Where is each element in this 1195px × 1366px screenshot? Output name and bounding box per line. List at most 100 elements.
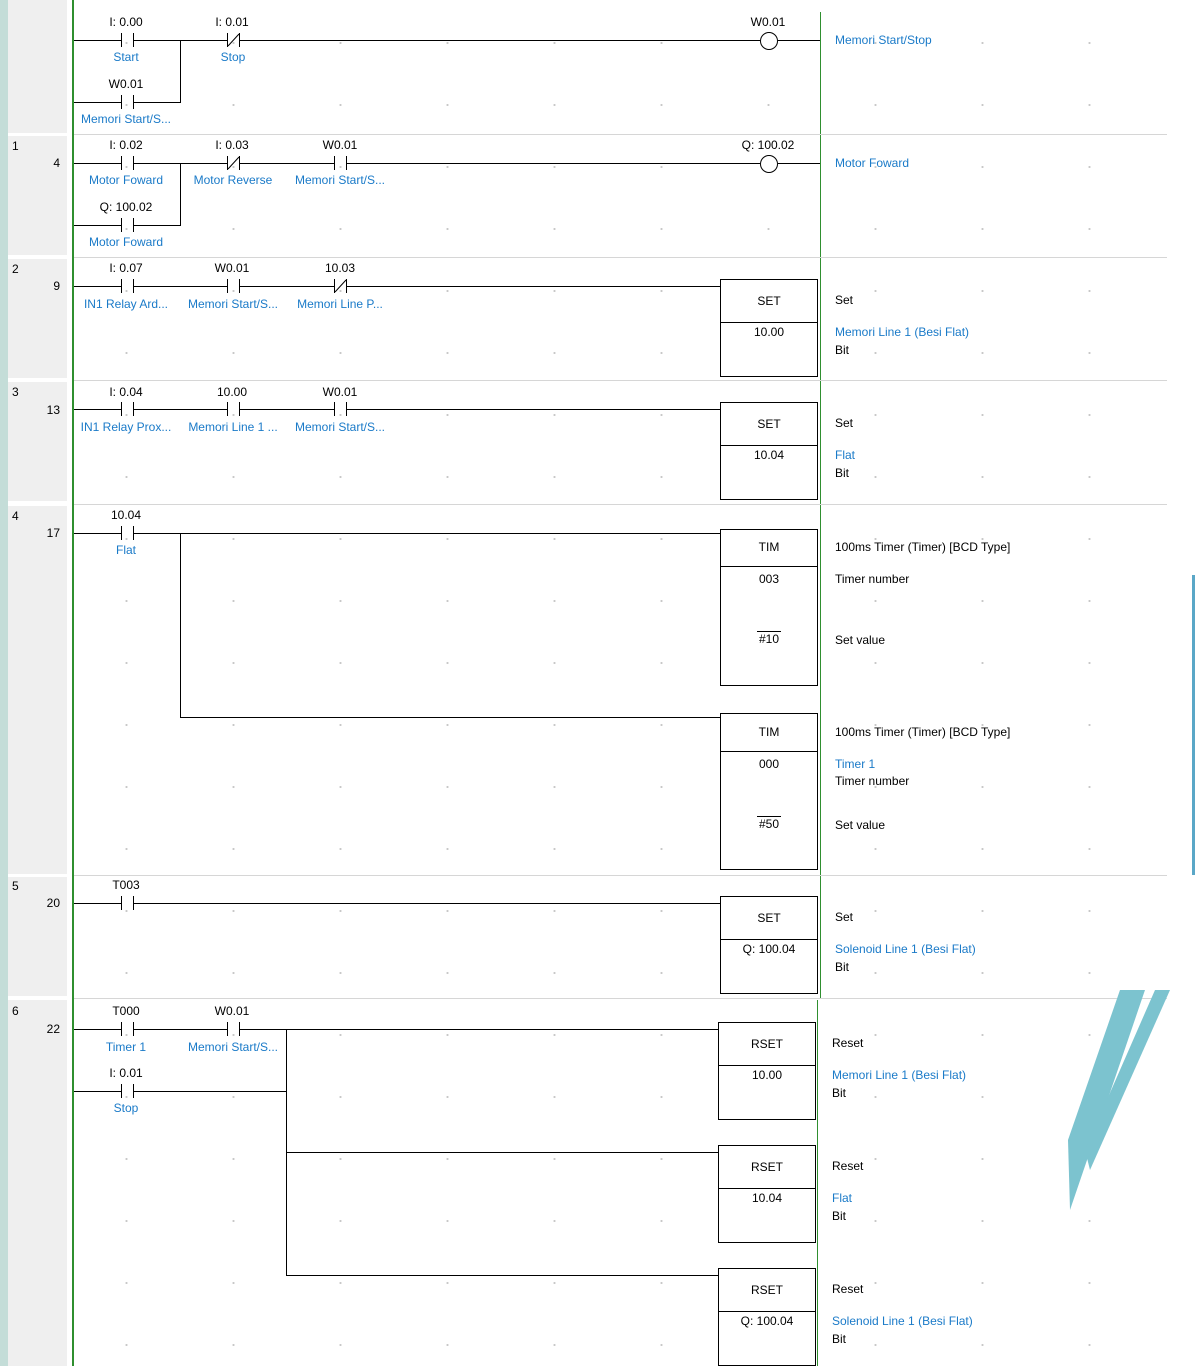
step-number: 13 [46,403,60,417]
no-contact-icon[interactable] [112,896,144,910]
rung-comment: Memori Start/Stop [835,33,932,47]
instruction-title: Set [835,416,854,430]
step-number: 22 [46,1022,60,1036]
instruction-operand: 10.00 [751,1068,783,1082]
set-instruction-block[interactable]: SET Q: 100.04 [720,896,818,994]
nc-contact-icon[interactable] [218,156,250,170]
timer-number: 000 [758,757,780,771]
step-number: 17 [46,526,60,540]
no-contact-icon[interactable] [112,95,144,109]
step-number: 9 [53,279,60,293]
operand-type: Bit [835,960,850,974]
instruction-mnemonic: RSET [750,1283,783,1297]
no-contact-icon[interactable] [325,402,357,416]
contact-address: Q: 100.02 [99,200,153,214]
instruction-mnemonic: SET [757,911,781,925]
contact-address: I: 0.00 [109,15,143,29]
instruction-mnemonic: TIM [758,725,780,739]
contact-comment: Start [113,50,139,64]
instruction-operand: 10.00 [753,325,785,339]
operand-label: Set value [835,633,886,647]
contact-comment: Motor Reverse [193,173,273,187]
reset-instruction-block[interactable]: RSET 10.04 [718,1145,816,1243]
reset-instruction-block[interactable]: RSET 10.00 [718,1022,816,1120]
instruction-title: 100ms Timer (Timer) [BCD Type] [835,540,1011,554]
timer-instruction-block[interactable]: TIM 000 #50 [720,713,818,870]
no-contact-icon[interactable] [112,218,144,232]
output-coil-icon[interactable] [760,155,778,173]
instruction-mnemonic: RSET [750,1160,783,1174]
contact-comment: Memori Line P... [297,297,383,311]
rung-gutter[interactable] [8,1000,67,1366]
timer-instruction-block[interactable]: TIM 003 #10 [720,529,818,686]
set-instruction-block[interactable]: SET 10.04 [720,402,818,500]
operand-type: Bit [832,1332,847,1346]
no-contact-icon[interactable] [112,1084,144,1098]
set-instruction-block[interactable]: SET 10.00 [720,279,818,377]
no-contact-icon[interactable] [112,402,144,416]
no-contact-icon[interactable] [112,1022,144,1036]
no-contact-icon[interactable] [325,156,357,170]
contact-address: I: 0.01 [215,15,249,29]
rung-number: 2 [12,262,19,276]
rung-gutter[interactable] [8,136,67,255]
rung-number: 5 [12,879,19,893]
contact-comment: IN1 Relay Prox... [80,420,172,434]
nc-contact-icon[interactable] [218,33,250,47]
operand-type: Bit [832,1086,847,1100]
contact-address: 10.03 [324,261,356,275]
rung-gutter[interactable] [8,382,67,501]
contact-comment: Motor Foward [88,173,164,187]
contact-comment: Stop [113,1101,139,1115]
no-contact-icon[interactable] [218,402,250,416]
rung-gutter[interactable] [8,0,67,133]
contact-comment: Stop [220,50,246,64]
instruction-title: 100ms Timer (Timer) [BCD Type] [835,725,1011,739]
operand-comment: Flat [835,448,856,462]
operand-comment: Timer 1 [835,757,876,771]
contact-address: W0.01 [214,261,250,275]
contact-address: W0.01 [214,1004,250,1018]
no-contact-icon[interactable] [218,279,250,293]
ladder-diagram-editor[interactable]: I: 0.00 Start I: 0.01 Stop W0.01 Memori … [0,0,1195,1366]
contact-address: I: 0.01 [109,1066,143,1080]
no-contact-icon[interactable] [112,279,144,293]
rung-gutter[interactable] [8,259,67,378]
contact-comment: Memori Start/S... [294,173,386,187]
operand-comment: Memori Line 1 (Besi Flat) [832,1068,967,1082]
right-power-rail [817,1000,818,1366]
contact-address: I: 0.07 [109,261,143,275]
no-contact-icon[interactable] [112,526,144,540]
contact-address: T003 [112,878,140,892]
instruction-title: Set [835,910,854,924]
rung-gutter[interactable] [8,506,67,874]
contact-comment: Flat [115,543,136,557]
rung-separator [74,504,1167,505]
instruction-title: Reset [832,1159,864,1173]
coil-address: Q: 100.02 [741,138,795,152]
contact-comment: Timer 1 [105,1040,147,1054]
reset-instruction-block[interactable]: RSET Q: 100.04 [718,1268,816,1366]
rung-separator [74,875,1167,876]
right-power-rail [820,12,821,998]
left-edge-strip [0,0,8,1366]
rung-comment: Motor Foward [835,156,910,170]
no-contact-icon[interactable] [112,156,144,170]
nc-contact-icon[interactable] [325,279,357,293]
contact-comment: IN1 Relay Ard... [83,297,169,311]
no-contact-icon[interactable] [218,1022,250,1036]
contact-comment: Memori Start/S... [80,112,172,126]
background-logo-stripes [1068,990,1170,1210]
rung-gutter[interactable] [8,877,67,996]
contact-comment: Memori Start/S... [187,1040,279,1054]
rung-number: 6 [12,1004,19,1018]
no-contact-icon[interactable] [112,33,144,47]
instruction-mnemonic: SET [757,294,781,308]
instruction-title: Reset [832,1036,864,1050]
timer-set-value: #10 [756,631,782,646]
instruction-operand: Q: 100.04 [742,942,796,956]
contact-address: W0.01 [322,138,358,152]
output-coil-icon[interactable] [760,32,778,50]
contact-address: I: 0.02 [109,138,143,152]
rung-number: 1 [12,139,19,153]
